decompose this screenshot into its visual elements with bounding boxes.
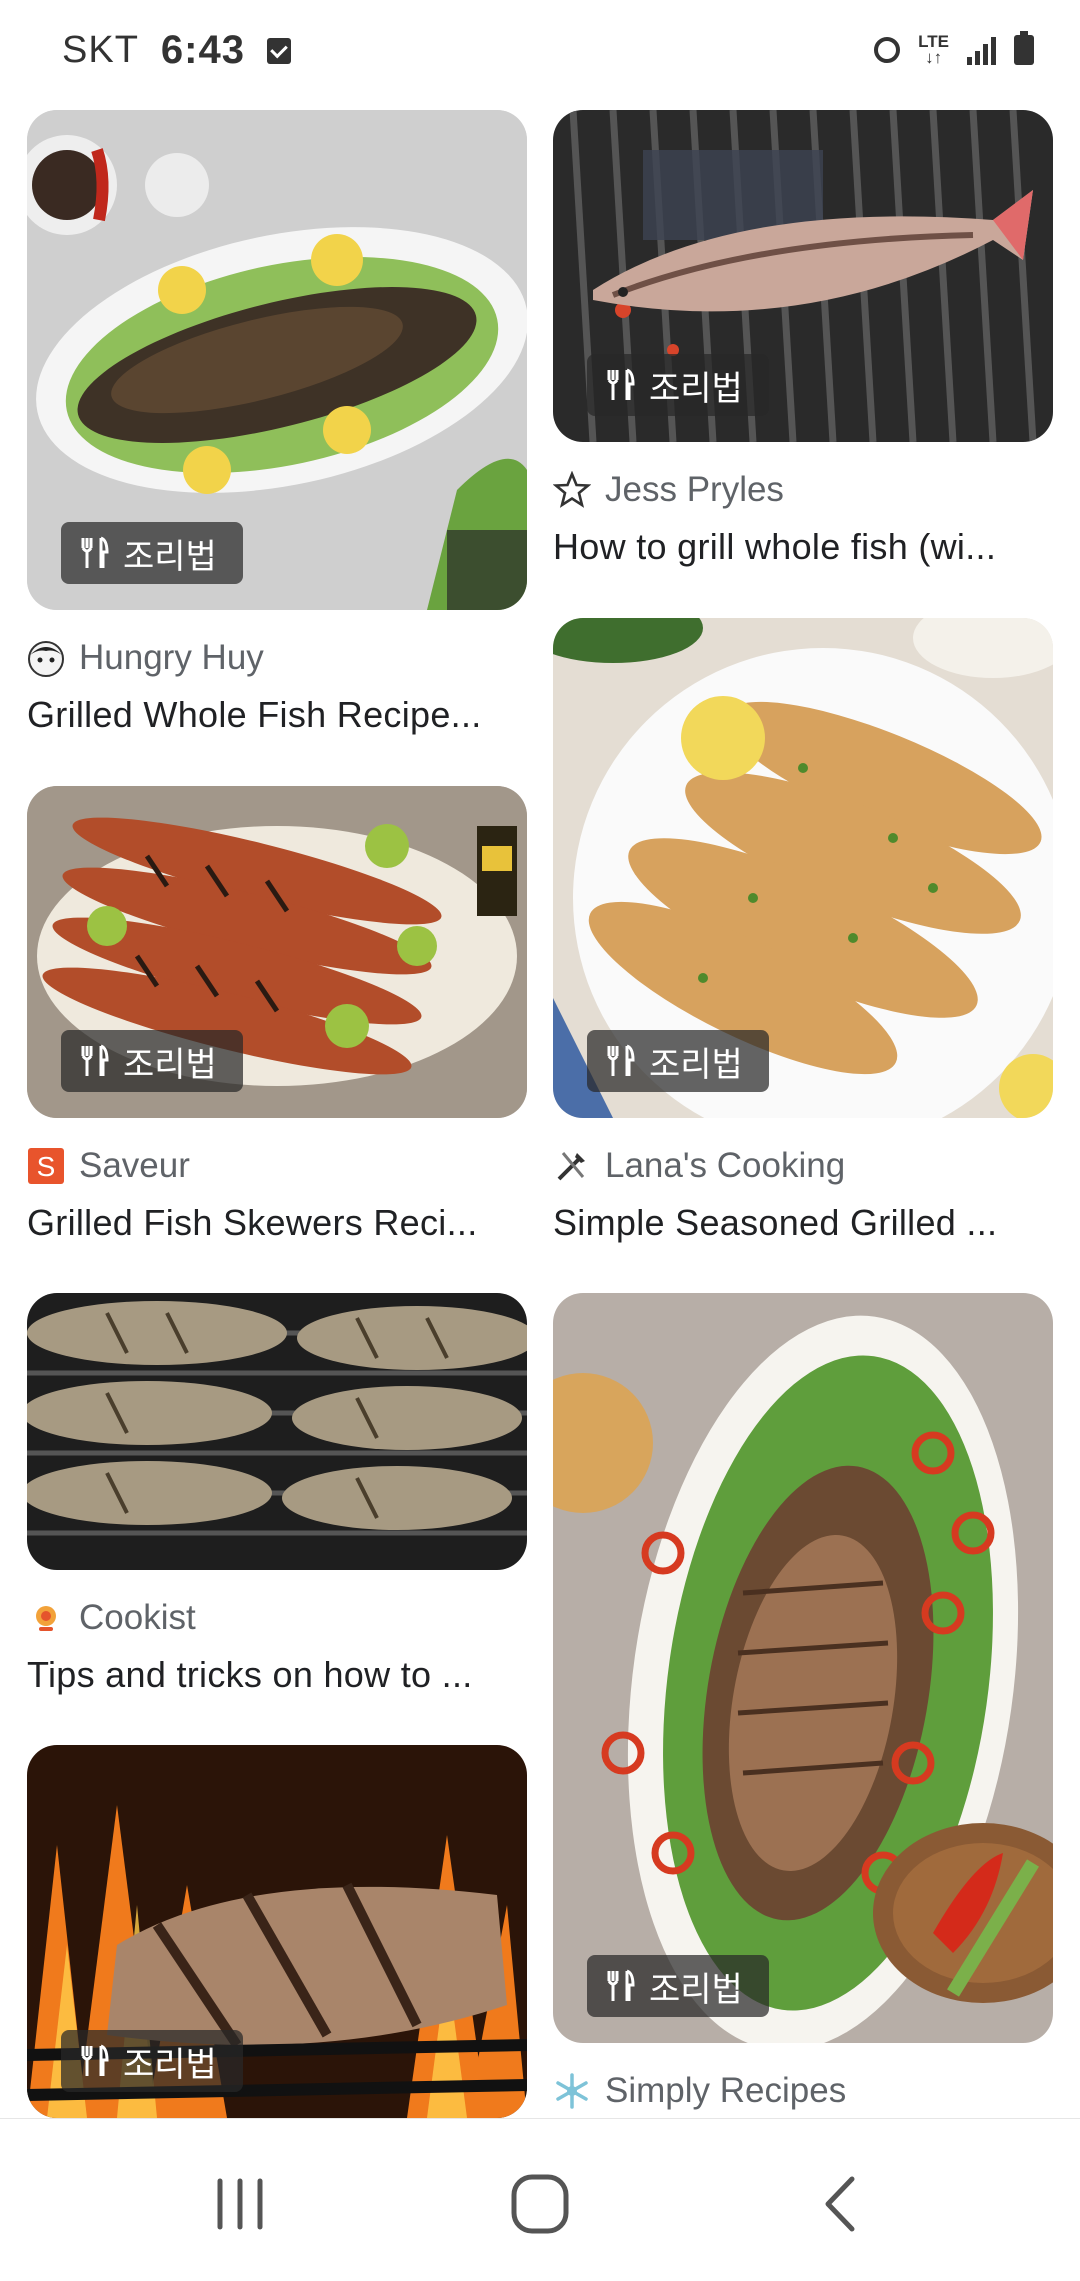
result-thumbnail[interactable] [27, 1293, 527, 1570]
result-card-cookist[interactable]: Cookist Tips and tricks on how to ... [27, 1293, 527, 1696]
snowflake-icon [556, 2073, 588, 2109]
network-type: LTE [918, 32, 949, 51]
recipe-badge-label: 조리법 [123, 2045, 217, 2084]
star-outline-icon [553, 471, 591, 508]
clock: 6:43 [160, 28, 245, 72]
result-source-name: Cookist [79, 1598, 196, 1637]
result-source-name: Saveur [79, 1146, 190, 1185]
home-icon[interactable] [480, 2169, 600, 2239]
image-results-feed: 조리법 Hungry Huy Grilled Whole Fish Recipe… [0, 0, 1080, 2118]
result-title[interactable]: Grilled Fish Skewers Reci... [27, 1202, 527, 1244]
result-source: Cookist [27, 1594, 527, 1642]
result-source-name: Lana's Cooking [605, 1146, 846, 1185]
result-thumbnail[interactable]: 조리법 [553, 1293, 1053, 2043]
result-thumbnail[interactable]: 조리법 [27, 786, 527, 1118]
fork-knife-icon [81, 1044, 109, 1076]
fish-on-bbq-grill-image [27, 1293, 527, 1570]
recipe-badge: 조리법 [587, 1955, 769, 2017]
result-thumbnail[interactable]: 조리법 [27, 1745, 527, 2118]
result-source-name: Simply Recipes [605, 2071, 847, 2110]
knife-fork-icon [557, 1152, 585, 1181]
signal-icon [967, 35, 996, 65]
result-title[interactable]: Simple Seasoned Grilled ... [553, 1202, 1053, 1244]
cookist-icon [36, 1606, 56, 1631]
result-thumbnail[interactable]: 조리법 [553, 110, 1053, 442]
recipe-badge: 조리법 [587, 1030, 769, 1092]
result-title[interactable]: Grilled Whole Fish Recipe... [27, 694, 527, 736]
carrier-label: SKT [62, 29, 139, 71]
lte-icon: LTE ↓↑ [918, 32, 949, 67]
back-icon[interactable] [780, 2169, 900, 2239]
result-title[interactable]: Tips and tricks on how to ... [27, 1654, 527, 1696]
navigation-bar [0, 2118, 1080, 2281]
result-source: Jess Pryles [553, 466, 1053, 514]
result-thumbnail[interactable]: 조리법 [553, 618, 1053, 1118]
result-card-flame-grill[interactable]: 조리법 [27, 1745, 527, 2118]
status-right: LTE ↓↑ [874, 31, 1034, 67]
recipe-badge: 조리법 [587, 354, 769, 416]
result-source: Lana's Cooking [553, 1142, 1053, 1190]
whole-fish-salad-platter-image [553, 1293, 1053, 2043]
result-source-name: Hungry Huy [79, 638, 264, 677]
saveur-s-icon: S [28, 1148, 64, 1184]
result-source-name: Jess Pryles [605, 470, 784, 509]
recipe-badge-label: 조리법 [649, 1970, 743, 2009]
recipe-badge-label: 조리법 [649, 369, 743, 408]
fork-knife-icon [607, 1044, 635, 1076]
fork-knife-icon [607, 368, 635, 400]
recipe-badge: 조리법 [61, 522, 243, 584]
result-title[interactable]: How to grill whole fish (wi... [553, 526, 1053, 568]
checkbox-notification-icon [266, 37, 291, 64]
recipe-badge-label: 조리법 [123, 1045, 217, 1084]
recipe-badge-label: 조리법 [649, 1045, 743, 1084]
fork-knife-icon [607, 1969, 635, 2001]
result-card-hungry-huy[interactable]: 조리법 Hungry Huy Grilled Whole Fish Recipe… [27, 110, 527, 736]
recipe-badge-label: 조리법 [123, 537, 217, 576]
status-bar: SKT 6:43 LTE ↓↑ [0, 0, 1080, 110]
recent-apps-icon[interactable] [180, 2169, 300, 2239]
fork-knife-icon [81, 2044, 109, 2076]
result-card-simply-recipes[interactable]: 조리법 Simply Recipes [553, 1293, 1053, 2115]
boy-face-icon [28, 641, 64, 677]
result-source: S Saveur [27, 1142, 527, 1190]
battery-icon [1014, 31, 1034, 65]
result-card-saveur[interactable]: 조리법 S Saveur Grilled Fish Skewers Reci..… [27, 786, 527, 1244]
result-source: Hungry Huy [27, 634, 527, 682]
svg-text:S: S [37, 1151, 56, 1182]
result-thumbnail[interactable]: 조리법 [27, 110, 527, 610]
fork-knife-icon [81, 536, 109, 568]
alarm-icon [874, 37, 901, 63]
recipe-badge: 조리법 [61, 2030, 243, 2092]
recipe-badge: 조리법 [61, 1030, 243, 1092]
result-card-lanas-cooking[interactable]: 조리법 Lana's Cooking Simple Seasoned Grill… [553, 618, 1053, 1244]
status-left: SKT 6:43 [62, 28, 291, 73]
result-card-jess-pryles[interactable]: 조리법 Jess Pryles How to grill whole fish … [553, 110, 1053, 568]
result-source: Simply Recipes [553, 2067, 1053, 2115]
